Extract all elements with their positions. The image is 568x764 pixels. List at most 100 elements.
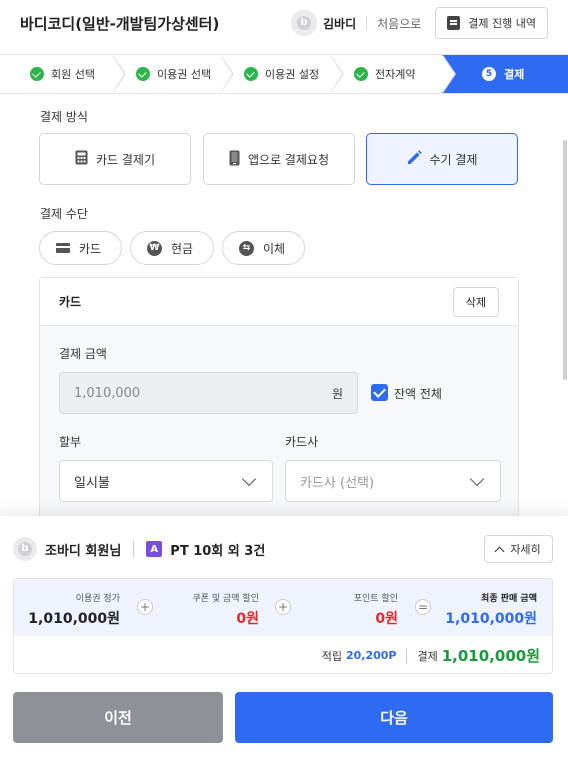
option-label: 수기 결제 — [429, 152, 478, 167]
card-panel-title: 카드 — [59, 295, 82, 309]
won-icon: ₩ — [147, 240, 162, 256]
detail-label: 자세히 — [510, 543, 541, 556]
calculator-icon — [75, 150, 88, 168]
option-label: 카드 결제기 — [95, 152, 155, 167]
step-progress: 회원 선택 이용권 선택 이용권 설정 전자계약 5 결제 — [0, 54, 568, 94]
user-name: 김바디 — [322, 16, 357, 31]
payment-form: 결제 방식 카드 결제기 앱으로 결제요청 수기 결제 결제 수단 카드 ₩ 현… — [0, 96, 568, 516]
check-circle-icon — [244, 67, 258, 81]
divider — [133, 541, 135, 557]
payment-means-label: 결제 수단 — [40, 207, 88, 221]
card-icon — [56, 243, 70, 253]
plus-icon: + — [137, 599, 153, 615]
avatar-letter: b — [296, 16, 311, 30]
header-right: b 김바디 처음으로 결제 진행 내역 — [290, 7, 548, 39]
payment-totals: 적립 20,200P 결제 1,010,000원 — [14, 636, 552, 673]
means-transfer-pill[interactable]: ⇆ 이체 — [222, 231, 305, 265]
point-block: 포인트 할인 0원 — [354, 591, 398, 628]
installment-value: 일시불 — [74, 475, 110, 491]
earn-label: 적립 — [321, 649, 342, 663]
ticket-price-block: 이용권 정가 1,010,000원 — [28, 591, 120, 628]
step-label: 이용권 선택 — [157, 68, 212, 81]
check-circle-icon — [136, 67, 150, 81]
installment-select[interactable]: 일시불 — [59, 460, 273, 502]
coupon-block: 쿠폰 및 금액 할인 0원 — [192, 591, 259, 628]
list-icon — [447, 16, 461, 30]
payment-history-label: 결제 진행 내역 — [468, 17, 536, 30]
step-ticket-settings[interactable]: 이용권 설정 — [220, 55, 344, 93]
pencil-icon — [407, 150, 422, 168]
full-balance-label[interactable]: 잔액 전체 — [394, 385, 442, 402]
card-company-placeholder: 카드사 (선택) — [300, 475, 375, 491]
detail-button[interactable]: 자세히 — [484, 535, 553, 563]
app-header: 바디코디(일반-개발팀가상센터) b 김바디 처음으로 결제 진행 내역 — [0, 0, 568, 46]
step-label: 전자계약 — [375, 68, 416, 81]
pill-label: 이체 — [263, 241, 286, 256]
step-label: 이용권 설정 — [265, 68, 320, 81]
avatar-letter: b — [18, 542, 32, 556]
installment-label: 할부 — [59, 435, 82, 449]
user-avatar: b — [290, 10, 317, 36]
final-label: 최종 판매 금액 — [481, 594, 537, 604]
means-cash-pill[interactable]: ₩ 현금 — [130, 231, 214, 265]
step-ticket-select[interactable]: 이용권 선택 — [112, 55, 234, 93]
ticket-price-value: 1,010,000원 — [28, 611, 120, 627]
price-summary: 이용권 정가 1,010,000원 + 쿠폰 및 금액 할인 0원 + 포인트 … — [13, 578, 553, 674]
app-payment-request-option[interactable]: 앱으로 결제요청 — [203, 133, 355, 185]
final-price-block: 최종 판매 금액 1,010,000원 — [445, 591, 537, 628]
transfer-icon: ⇆ — [239, 240, 254, 256]
card-company-select[interactable]: 카드사 (선택) — [285, 460, 501, 502]
divider — [366, 16, 368, 30]
step-payment[interactable]: 5 결제 — [442, 55, 568, 93]
pill-label: 카드 — [79, 241, 102, 256]
prev-button[interactable]: 이전 — [13, 692, 223, 743]
product-summary: PT 10회 외 3건 — [170, 543, 266, 559]
amount-unit: 원 — [331, 386, 343, 401]
price-breakdown: 이용권 정가 1,010,000원 + 쿠폰 및 금액 할인 0원 + 포인트 … — [14, 579, 552, 636]
amount-label: 결제 금액 — [59, 347, 107, 361]
full-balance-checkbox[interactable] — [371, 384, 388, 401]
step-number-badge: 5 — [482, 67, 496, 81]
next-button[interactable]: 다음 — [235, 692, 553, 743]
member-avatar: b — [13, 537, 37, 561]
final-value: 1,010,000원 — [445, 611, 537, 627]
chevron-up-icon — [494, 546, 505, 556]
phone-icon — [229, 150, 240, 169]
pay-value: 1,010,000원 — [441, 647, 540, 665]
means-card-pill[interactable]: 카드 — [39, 231, 122, 265]
check-circle-icon — [354, 67, 368, 81]
coupon-label: 쿠폰 및 금액 할인 — [192, 594, 259, 604]
order-summary-area: b 조바디 회원님 A PT 10회 외 3건 자세히 이용권 정가 1,010… — [0, 516, 568, 764]
card-terminal-option[interactable]: 카드 결제기 — [39, 133, 191, 185]
page-title: 바디코디(일반-개발팀가상센터) — [20, 14, 220, 33]
point-label: 포인트 할인 — [353, 594, 398, 604]
step-member-select[interactable]: 회원 선택 — [0, 55, 126, 93]
order-info-row: b 조바디 회원님 A PT 10회 외 3건 자세히 — [13, 535, 553, 563]
card-payment-panel: 카드 삭제 결제 금액 1,010,000 원 잔액 전체 할부 카드사 일시불… — [39, 277, 519, 516]
divider — [406, 648, 408, 663]
amount-input[interactable]: 1,010,000 원 — [59, 372, 358, 414]
check-circle-icon — [30, 67, 44, 81]
pill-label: 현금 — [171, 241, 194, 256]
coupon-value: 0원 — [236, 611, 259, 627]
member-name: 조바디 회원님 — [45, 543, 122, 559]
payment-history-button[interactable]: 결제 진행 내역 — [435, 7, 548, 39]
chevron-down-icon — [241, 471, 257, 486]
delete-button[interactable]: 삭제 — [453, 286, 499, 317]
card-panel-header: 카드 삭제 — [40, 278, 518, 326]
amount-value: 1,010,000 — [74, 385, 141, 401]
restart-link[interactable]: 처음으로 — [377, 15, 421, 32]
step-label: 회원 선택 — [51, 68, 95, 81]
point-value: 0원 — [375, 611, 398, 627]
scrollbar[interactable] — [563, 140, 567, 380]
equals-icon: = — [415, 599, 431, 615]
option-label: 앱으로 결제요청 — [247, 152, 330, 167]
card-company-label: 카드사 — [285, 435, 319, 449]
ticket-price-label: 이용권 정가 — [75, 594, 120, 604]
plus-icon: + — [275, 599, 291, 615]
chevron-down-icon — [469, 471, 485, 486]
manual-payment-option[interactable]: 수기 결제 — [366, 133, 518, 185]
payment-method-label: 결제 방식 — [40, 110, 88, 124]
step-e-contract[interactable]: 전자계약 — [330, 55, 456, 93]
earn-value: 20,200P — [345, 649, 397, 662]
